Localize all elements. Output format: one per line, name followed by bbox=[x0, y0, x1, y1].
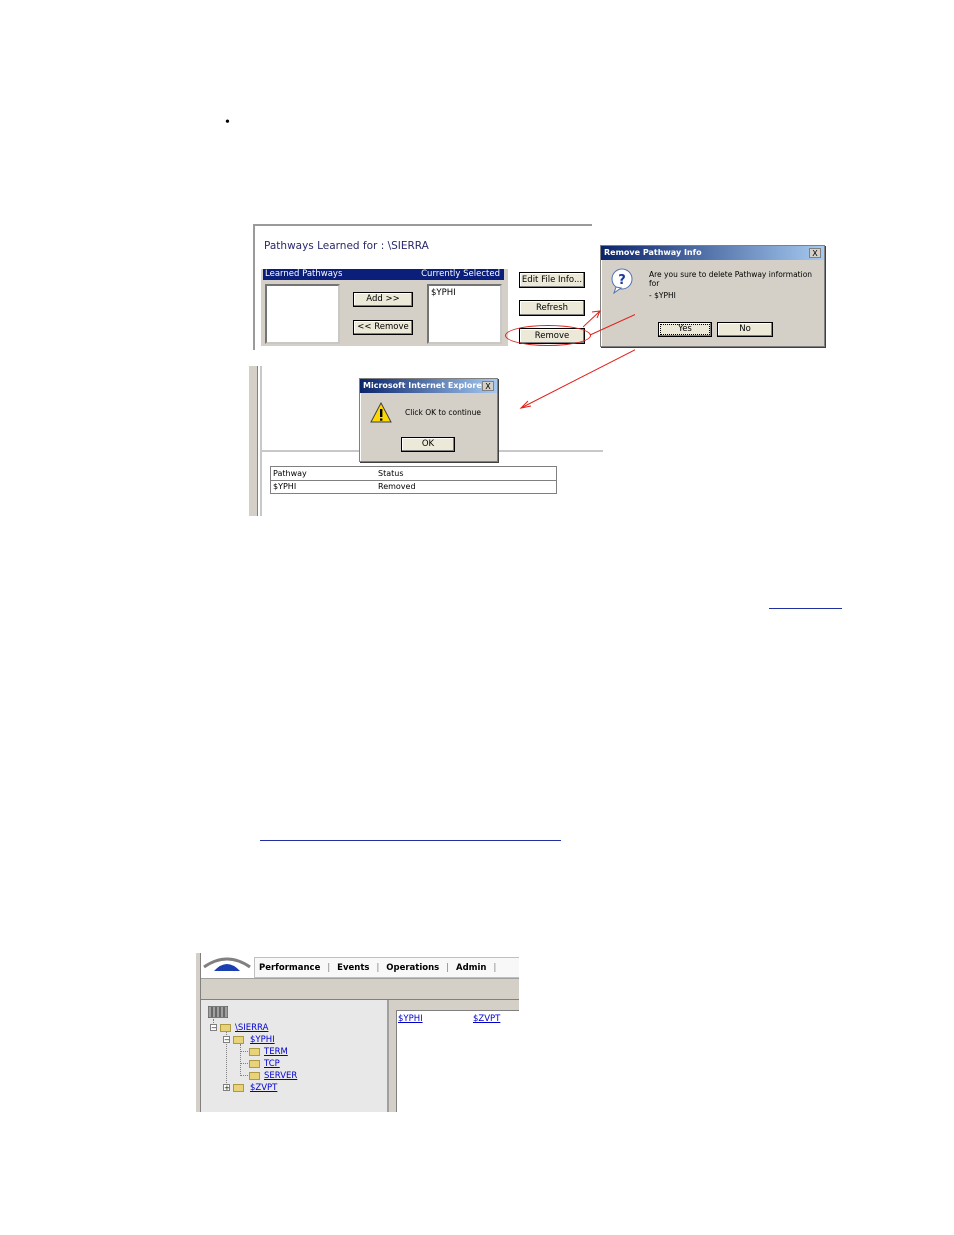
frame-divider-lower bbox=[260, 452, 262, 516]
svg-text:?: ? bbox=[618, 273, 626, 288]
right-link-zvpt[interactable]: $ZVPT bbox=[473, 1014, 500, 1024]
tree-node-server[interactable]: SERVER bbox=[264, 1071, 297, 1081]
ie-dialog-message: Click OK to continue bbox=[405, 408, 481, 417]
dialog-message: Are you sure to delete Pathway informati… bbox=[649, 270, 813, 288]
collapse-icon[interactable]: − bbox=[223, 1036, 230, 1044]
collapse-icon[interactable]: − bbox=[210, 1024, 217, 1032]
add-button[interactable]: Add >> bbox=[353, 292, 413, 307]
link-underline-2[interactable] bbox=[260, 840, 561, 841]
folder-icon bbox=[249, 1072, 260, 1080]
learned-pathways-list[interactable] bbox=[265, 284, 340, 344]
dialog-title: Remove Pathway Info bbox=[601, 246, 824, 260]
yes-button[interactable]: Yes bbox=[658, 322, 712, 337]
table-cell-status: Removed bbox=[378, 482, 416, 491]
question-icon: ? bbox=[611, 268, 633, 294]
arrowhead-top bbox=[583, 310, 601, 328]
result-table: Pathway Status $YPHI Removed bbox=[270, 466, 557, 494]
folder-icon bbox=[249, 1048, 260, 1056]
arrowhead-ie bbox=[519, 400, 532, 409]
tree-node-tcp[interactable]: TCP bbox=[264, 1059, 280, 1069]
arrow-line-ie bbox=[520, 349, 635, 409]
expand-icon[interactable]: + bbox=[223, 1084, 230, 1092]
frame-divider bbox=[260, 366, 262, 451]
menu-items: Performance | Events | Operations | Admi… bbox=[259, 963, 497, 973]
left-frame bbox=[249, 366, 258, 516]
toolbar-strip bbox=[201, 978, 519, 1000]
folder-icon bbox=[220, 1024, 231, 1032]
link-underline-1[interactable] bbox=[769, 608, 842, 609]
list-header-bar: Learned Pathways Currently Selected bbox=[263, 269, 504, 280]
right-link-yphi[interactable]: $YPHI bbox=[398, 1014, 423, 1024]
folder-open-icon bbox=[233, 1036, 244, 1044]
currently-selected-list[interactable]: $YPHI bbox=[427, 284, 502, 344]
annotation-arrows bbox=[519, 313, 635, 409]
warning-icon bbox=[370, 402, 392, 423]
ie-dialog-title: Microsoft Internet Explorer bbox=[360, 379, 497, 393]
edit-file-info-button[interactable]: Edit File Info... bbox=[519, 272, 585, 288]
menu-events[interactable]: Events bbox=[337, 963, 369, 973]
no-button[interactable]: No bbox=[717, 322, 773, 337]
tree-node-term[interactable]: TERM bbox=[264, 1047, 288, 1057]
app-logo-icon bbox=[203, 957, 251, 971]
table-header-status: Status bbox=[378, 469, 404, 478]
tree-node-yphi[interactable]: $YPHI bbox=[250, 1035, 275, 1045]
tree-panel bbox=[201, 1000, 389, 1112]
folder-icon bbox=[233, 1084, 244, 1092]
close-icon[interactable]: X bbox=[809, 248, 821, 258]
close-icon[interactable]: X bbox=[482, 381, 494, 391]
remove-left-button[interactable]: << Remove bbox=[353, 320, 413, 335]
currently-selected-header: Currently Selected bbox=[421, 269, 500, 279]
dialog-item: - $YPHI bbox=[649, 291, 676, 300]
menu-admin[interactable]: Admin bbox=[456, 963, 487, 973]
right-panel bbox=[396, 1010, 519, 1112]
tree-node-sierra[interactable]: \SIERRA bbox=[235, 1023, 268, 1033]
table-header-pathway: Pathway bbox=[273, 469, 307, 478]
app-window: Performance | Events | Operations | Admi… bbox=[196, 953, 519, 1112]
server-rack-icon bbox=[208, 1006, 228, 1018]
tree-node-zvpt[interactable]: $ZVPT bbox=[250, 1083, 277, 1093]
bullet: • bbox=[225, 115, 230, 130]
learned-pathways-header: Learned Pathways bbox=[265, 269, 343, 279]
table-cell-pathway: $YPHI bbox=[273, 482, 297, 491]
table-divider bbox=[271, 480, 556, 481]
menu-operations[interactable]: Operations bbox=[386, 963, 439, 973]
ie-dialog: Microsoft Internet Explorer X Click OK t… bbox=[359, 378, 498, 462]
panel-title: Pathways Learned for : \SIERRA bbox=[264, 240, 429, 252]
arrow-line-to-dialog bbox=[583, 310, 601, 328]
folder-icon bbox=[249, 1060, 260, 1068]
ok-button[interactable]: OK bbox=[401, 437, 455, 452]
list-item[interactable]: $YPHI bbox=[429, 286, 500, 300]
menu-performance[interactable]: Performance bbox=[259, 963, 320, 973]
